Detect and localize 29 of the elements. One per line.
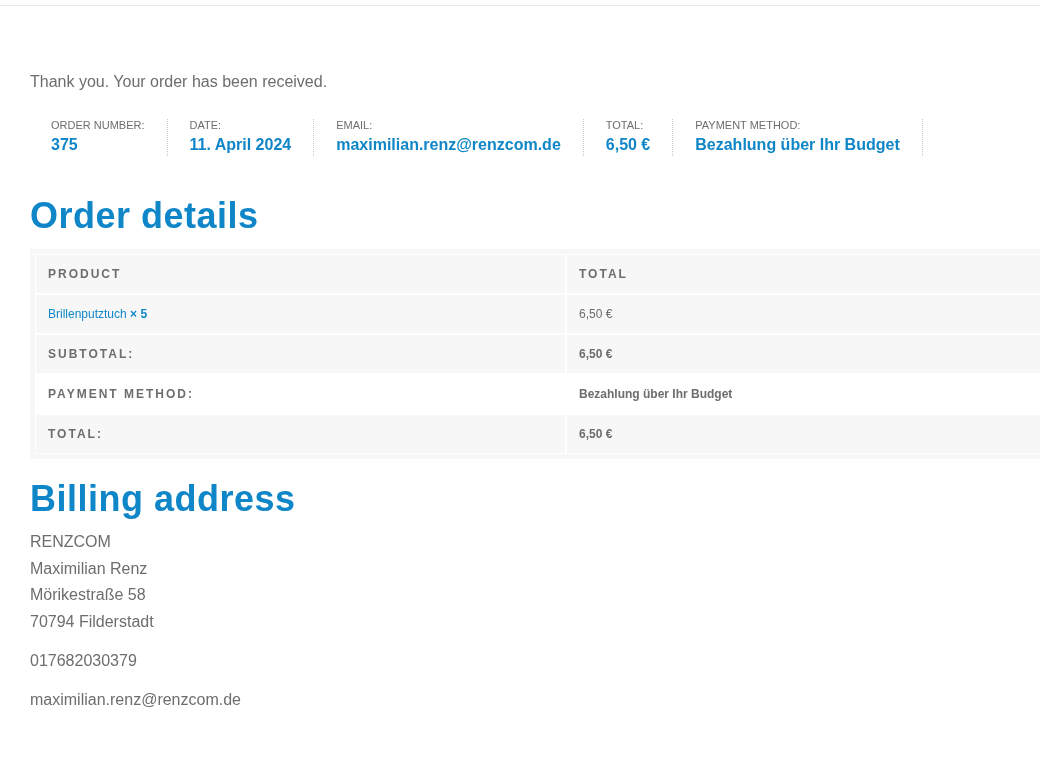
overview-value: maximilian.renz@renzcom.de	[336, 135, 561, 154]
overview-label: PAYMENT METHOD:	[695, 119, 802, 132]
overview-value: 6,50 €	[605, 135, 651, 154]
phone-number: 017682030379	[30, 651, 138, 671]
product-link[interactable]: Brillenputztuch × 5	[48, 307, 148, 321]
table-cell: PAYMENT METHOD:	[35, 374, 566, 414]
order-received-message: Thank you. Your order has been received.	[30, 72, 329, 92]
overview-label: EMAIL:	[336, 119, 374, 132]
column-header: TOTAL	[566, 254, 1040, 294]
email-address: maximilian.renz@renzcom.de	[30, 690, 242, 710]
table-cell: Bezahlung über Ihr Budget	[566, 374, 1040, 414]
address-line: Maximilian Renz	[30, 558, 149, 579]
table-cell: TOTAL:	[35, 414, 566, 454]
table-cell: 6,50 €	[566, 294, 1040, 334]
address-line: Mörikestraße 58	[30, 585, 147, 605]
overview-label: DATE:	[189, 119, 223, 132]
column-header: PRODUCT	[35, 254, 566, 294]
table-cell: 6,50 €	[566, 414, 1040, 454]
overview-value: Bezahlung über Ihr Budget	[695, 135, 900, 154]
table-cell: SUBTOTAL:	[35, 334, 566, 374]
section-heading: Billing address	[30, 479, 297, 519]
overview-value: 11. April 2024	[189, 135, 292, 154]
address-line: RENZCOM	[30, 532, 112, 552]
section-heading: Order details	[30, 196, 260, 236]
overview-label: TOTAL:	[605, 119, 645, 132]
table-cell: 6,50 €	[566, 334, 1040, 374]
overview-value: 375	[51, 135, 79, 154]
overview-label: ORDER NUMBER:	[51, 119, 145, 132]
address-line: 70794 Filderstadt	[30, 611, 155, 632]
